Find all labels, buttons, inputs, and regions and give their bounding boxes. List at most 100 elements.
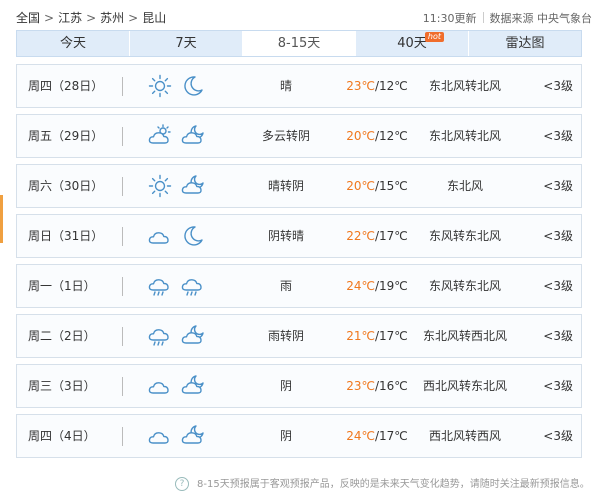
high-temp: 23℃ xyxy=(346,379,375,393)
row-divider xyxy=(122,77,123,96)
wind-direction: 西北风转西风 xyxy=(428,429,501,443)
rain-icon xyxy=(181,274,205,298)
high-temp: 21℃ xyxy=(346,329,375,343)
forecast-row: 周三（3日） 阴 23℃/16℃ 西北风转东北风 <3级 xyxy=(16,364,582,408)
temperature-range: 20℃/12℃ xyxy=(346,129,408,143)
low-temp: 16℃ xyxy=(379,379,408,393)
update-time: 11:30更新 xyxy=(422,12,477,25)
forecast-row: 周二（2日） 雨转阴 21℃/17℃ 东北风转西北风 <3级 xyxy=(16,314,582,358)
weather-condition: 阴转晴 xyxy=(267,229,304,243)
temperature-range: 23℃/16℃ xyxy=(346,379,408,393)
forecast-row: 周五（29日） 多云转阴 20℃/12℃ 东北风转北风 <3级 xyxy=(16,114,582,158)
weather-icons xyxy=(148,424,214,448)
forecast-day: 周四（4日） xyxy=(28,429,96,443)
breadcrumb: 全国 > 江苏 > 苏州 > 昆山 xyxy=(16,9,166,26)
wind-level: <3级 xyxy=(543,179,573,193)
low-temp: 15℃ xyxy=(379,179,408,193)
wind-direction: 东北风转北风 xyxy=(428,129,501,143)
partly-cloudy-night-icon xyxy=(181,174,205,198)
wind-level: <3级 xyxy=(543,229,573,243)
breadcrumb-item-province[interactable]: 江苏 xyxy=(58,9,82,26)
tab-radar[interactable]: 雷达图 xyxy=(469,31,581,56)
footer-note-text: 8-15天预报属于客观预报产品，反映的是未来天气变化趋势，请随时关注最新预报信息… xyxy=(197,479,590,490)
breadcrumb-item-city[interactable]: 苏州 xyxy=(100,9,124,26)
forecast-day: 周五（29日） xyxy=(28,129,104,143)
weather-icons xyxy=(148,74,214,98)
high-temp: 24℃ xyxy=(346,429,375,443)
row-divider xyxy=(122,227,123,246)
forecast-day: 周日（31日） xyxy=(28,229,104,243)
row-divider xyxy=(122,377,123,396)
temperature-range: 21℃/17℃ xyxy=(346,329,408,343)
high-temp: 20℃ xyxy=(346,129,375,143)
high-temp: 20℃ xyxy=(346,179,375,193)
temperature-range: 20℃/15℃ xyxy=(346,179,408,193)
meta-divider xyxy=(482,12,484,23)
moon-icon xyxy=(181,74,205,98)
update-info: 11:30更新 数据来源 中央气象台 xyxy=(423,10,592,26)
breadcrumb-item-country[interactable]: 全国 xyxy=(16,9,40,26)
high-temp: 22℃ xyxy=(346,229,375,243)
forecast-day: 周六（30日） xyxy=(28,179,104,193)
low-temp: 19℃ xyxy=(379,279,408,293)
wind-level: <3级 xyxy=(543,379,573,393)
weather-icons xyxy=(148,224,214,248)
data-source: 数据来源 中央气象台 xyxy=(489,12,593,25)
low-temp: 17℃ xyxy=(379,429,408,443)
breadcrumb-separator: > xyxy=(86,11,97,25)
tab-label: 雷达图 xyxy=(505,36,545,51)
forecast-day: 周二（2日） xyxy=(28,329,96,343)
weather-icons xyxy=(148,324,214,348)
breadcrumb-separator: > xyxy=(128,11,139,25)
sun-icon xyxy=(148,174,172,198)
cloud-icon xyxy=(148,374,172,398)
forecast-row: 周四（28日） 晴 23℃/12℃ 东北风转北风 <3级 xyxy=(16,64,582,108)
weather-icons xyxy=(148,274,214,298)
left-edge-marker xyxy=(0,195,3,243)
wind-direction: 东风转东北风 xyxy=(428,229,501,243)
weather-condition: 阴 xyxy=(279,429,292,443)
forecast-tabs: 今天 7天 8-15天 40天 hot 雷达图 xyxy=(16,30,582,57)
sun-icon xyxy=(148,74,172,98)
hot-badge: hot xyxy=(424,32,444,42)
row-divider xyxy=(122,327,123,346)
high-temp: 23℃ xyxy=(346,79,375,93)
footer-note: ? 8-15天预报属于客观预报产品，反映的是未来天气变化趋势，请随时关注最新预报信… xyxy=(175,475,590,491)
partly-cloudy-night-icon xyxy=(181,324,205,348)
tab-8-15-days[interactable]: 8-15天 xyxy=(243,31,356,56)
forecast-day: 周四（28日） xyxy=(28,79,104,93)
weather-condition: 多云转阴 xyxy=(261,129,310,143)
breadcrumb-item-district: 昆山 xyxy=(142,11,167,25)
wind-direction: 东风转东北风 xyxy=(428,279,501,293)
moon-icon xyxy=(181,224,205,248)
row-divider xyxy=(122,277,123,296)
weather-condition: 晴 xyxy=(279,79,292,93)
forecast-day: 周三（3日） xyxy=(28,379,96,393)
forecast-row: 周日（31日） 阴转晴 22℃/17℃ 东风转东北风 <3级 xyxy=(16,214,582,258)
partly-cloudy-night-icon xyxy=(181,374,205,398)
forecast-list: 周四（28日） 晴 23℃/12℃ 东北风转北风 <3级 周五（29日） 多云转… xyxy=(16,64,582,464)
row-divider xyxy=(122,427,123,446)
weather-condition: 雨转阴 xyxy=(267,329,304,343)
weather-icons xyxy=(148,374,214,398)
weather-icons xyxy=(148,174,214,198)
tab-label: 8-15天 xyxy=(277,36,321,51)
weather-condition: 晴转阴 xyxy=(267,179,304,193)
rain-icon xyxy=(148,274,172,298)
temperature-range: 24℃/17℃ xyxy=(346,429,408,443)
tab-label: 7天 xyxy=(175,36,197,51)
wind-level: <3级 xyxy=(543,129,573,143)
tab-today[interactable]: 今天 xyxy=(17,31,130,56)
forecast-row: 周一（1日） 雨 24℃/19℃ 东风转东北风 <3级 xyxy=(16,264,582,308)
tab-7-days[interactable]: 7天 xyxy=(130,31,243,56)
partly-cloudy-day-icon xyxy=(148,124,172,148)
weather-condition: 阴 xyxy=(279,379,292,393)
tab-40-days[interactable]: 40天 hot xyxy=(356,31,469,56)
wind-level: <3级 xyxy=(543,79,573,93)
tab-label: 今天 xyxy=(59,36,86,51)
forecast-row: 周四（4日） 阴 24℃/17℃ 西北风转西风 <3级 xyxy=(16,414,582,458)
wind-direction: 西北风转东北风 xyxy=(422,379,507,393)
question-icon[interactable]: ? xyxy=(175,477,189,491)
temperature-range: 23℃/12℃ xyxy=(346,79,408,93)
wind-direction: 东北风转北风 xyxy=(428,79,501,93)
